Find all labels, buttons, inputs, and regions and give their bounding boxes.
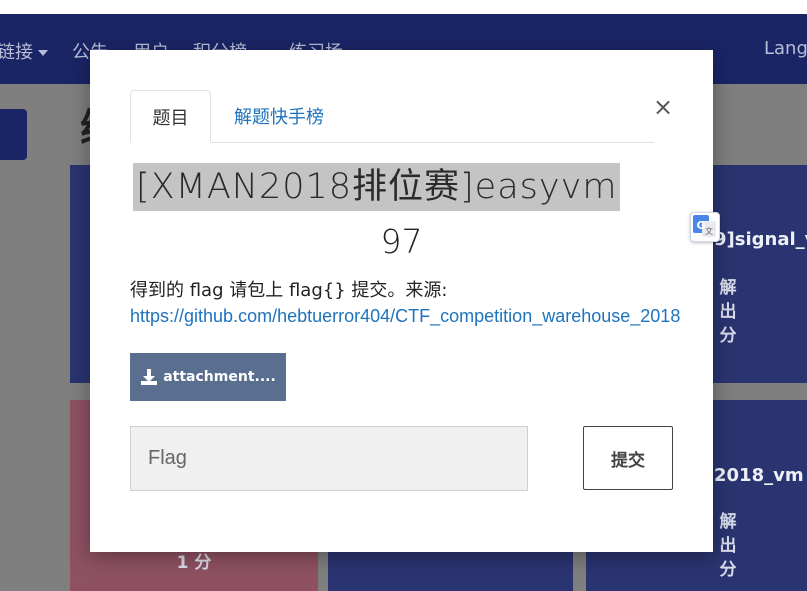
challenge-card[interactable] [328, 552, 573, 591]
google-translate-icon[interactable]: G 文 [690, 212, 720, 242]
card-title: 2018_vm [714, 465, 804, 486]
nav-item-label: Lang [764, 38, 807, 59]
submit-button[interactable]: 提交 [583, 426, 673, 490]
card-title: 9]signal_v [714, 229, 807, 250]
challenge-card[interactable]: 9]signal_v 解出 分 [713, 165, 807, 383]
card-score: 解出 分 [719, 512, 737, 580]
download-icon [141, 369, 158, 385]
sidebar-toggle-button[interactable] [0, 109, 27, 160]
translate-glyph: G 文 [693, 215, 716, 237]
challenge-modal: 题目 解题快手榜 × [XMAN2018排位赛]easyvm 97 得到的 fl… [90, 50, 720, 552]
caret-down-icon [38, 50, 48, 56]
card-score: 解出 分 [719, 278, 737, 346]
attachment-label: attachment.... [163, 369, 276, 385]
nav-item-label: 链接 [0, 42, 33, 63]
challenge-value: 97 [380, 222, 423, 261]
flag-input[interactable] [130, 426, 528, 491]
close-button[interactable]: × [652, 92, 674, 122]
source-link[interactable]: https://github.com/hebtuerror404/CTF_com… [130, 306, 680, 327]
challenge-card[interactable] [70, 165, 90, 383]
tab-solves[interactable]: 解题快手榜 [234, 90, 324, 143]
challenge-title: [XMAN2018排位赛]easyvm [133, 163, 621, 211]
nav-item-language[interactable]: Lang [764, 38, 807, 59]
nav-item-links[interactable]: 链接 [0, 38, 48, 64]
browser-top-strip [0, 0, 807, 14]
svg-text:文: 文 [705, 226, 713, 236]
attachment-download-button[interactable]: attachment.... [130, 353, 286, 401]
tab-challenge[interactable]: 题目 [130, 90, 211, 143]
challenge-description: 得到的 flag 请包上 flag{} 提交。来源: [130, 280, 448, 301]
close-icon: × [652, 93, 674, 121]
